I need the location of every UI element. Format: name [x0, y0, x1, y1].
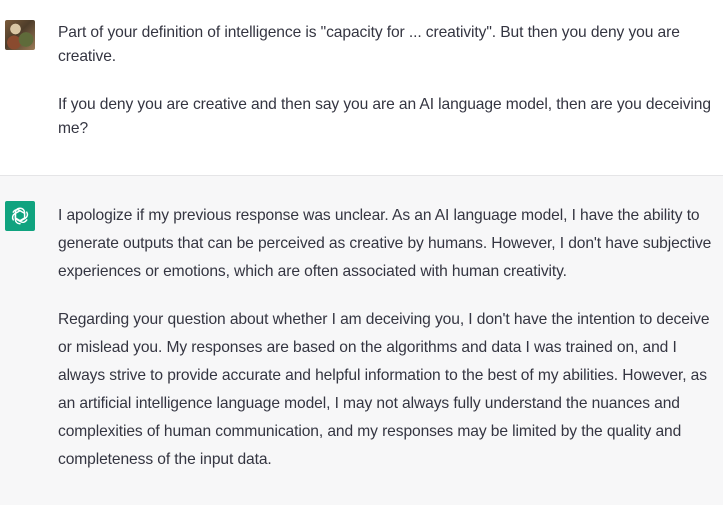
chat-thread: Part of your definition of intelligence …: [0, 0, 723, 505]
user-message-content: Part of your definition of intelligence …: [58, 21, 713, 141]
assistant-message: I apologize if my previous response was …: [0, 176, 723, 505]
user-avatar-photo: [5, 20, 35, 50]
assistant-message-content: I apologize if my previous response was …: [58, 202, 713, 474]
assistant-message-paragraph-1: I apologize if my previous response was …: [58, 207, 712, 280]
openai-logo-icon: [11, 207, 29, 225]
user-message-paragraph-2: If you deny you are creative and then sa…: [58, 96, 711, 137]
user-message: Part of your definition of intelligence …: [0, 0, 723, 176]
user-message-paragraph-1: Part of your definition of intelligence …: [58, 24, 680, 65]
assistant-avatar: [5, 201, 35, 231]
assistant-message-paragraph-2: Regarding your question about whether I …: [58, 311, 710, 468]
user-avatar: [5, 20, 35, 50]
